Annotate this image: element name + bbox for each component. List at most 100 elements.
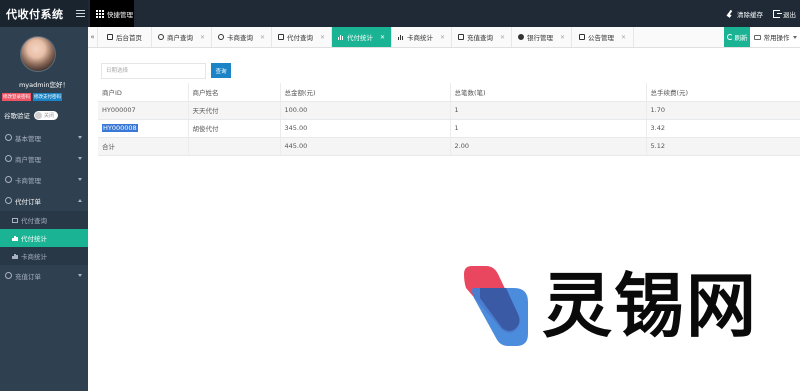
tab-label: 代付统计 [346,34,373,42]
clear-cache-button[interactable]: 清除缓存 [727,9,763,19]
close-icon[interactable]: ✕ [200,34,205,41]
quick-menu-label: 快捷管理 [107,10,133,19]
profile-panel: myadmin您好！ 修改登录密码 修改支付密码 谷歌验证 关闭 [0,27,88,122]
date-picker-input[interactable] [101,63,206,79]
logout-icon [773,9,782,18]
table-cell: 5.12 [645,137,800,156]
sidebar-item-card-merchants[interactable]: 卡商管理 [0,169,88,190]
tab-label: 公告管理 [587,34,614,42]
sidebar-item-label: 代付订单 [15,197,41,206]
table-cell: 1 [449,101,646,120]
user-icon [5,155,12,162]
watermark-text: 灵锡网 [542,265,758,347]
sidebar-subitem-card-stats[interactable]: 卡商统计 [0,247,88,265]
table-cell: 1.70 [645,101,800,120]
selected-text: HY000008 [102,124,138,132]
change-login-password-button[interactable]: 修改登录密码 [2,93,31,101]
sidebar-item-label: 基本管理 [15,134,41,143]
quick-menu-button[interactable]: 快捷管理 [90,0,134,27]
refresh-button[interactable]: 刷新 [724,27,750,47]
column-header: 总金额(元) [279,83,450,102]
users-icon [5,176,12,183]
sidebar-item-merchants[interactable]: 商户管理 [0,148,88,169]
sidebar-item-label: 商户管理 [15,155,41,164]
refresh-icon [726,34,733,40]
circle-icon [517,34,524,40]
table-cell: 100.00 [279,101,450,120]
tab-bar: « 后台首页 商户查询 ✕ 卡商查询 ✕ 代付查询 ✕ 代付统计 ✕ 卡商统计 … [88,27,800,48]
tab-payout-stats[interactable]: 代付统计 ✕ [332,27,392,47]
table-cell: 天天代付 [187,101,280,120]
sidebar-subitem-label: 代付查询 [21,217,47,225]
chevron-down-icon [78,274,82,277]
tab-label: 银行管理 [526,34,553,42]
table-cell: 3.42 [645,119,800,138]
column-header: 商户姓名 [187,83,280,102]
close-icon[interactable]: ✕ [380,34,385,41]
google-verify-toggle[interactable]: 关闭 [34,110,58,120]
avatar[interactable] [20,36,56,72]
sidebar-item-recharge-orders[interactable]: 充值订单 [0,265,88,286]
table-cell: 2.00 [449,137,646,156]
tab-label: 充值查询 [466,34,493,42]
chevron-down-icon [792,35,797,39]
logout-label: 退出 [783,10,796,19]
tab-label: 卡商查询 [226,34,253,42]
menu-toggle-icon[interactable] [75,9,85,18]
tab-recharge-query[interactable]: 充值查询 ✕ [452,27,512,47]
sidebar-subitem-payout-stats[interactable]: 代付统计 [0,229,88,247]
list-icon [12,217,18,223]
tab-home[interactable]: 后台首页 [98,27,152,47]
table-cell: 445.00 [279,137,450,156]
top-navbar: 代收付系统 快捷管理 清除缓存 退出 [0,0,800,27]
column-header: 商户ID [98,83,188,102]
close-icon[interactable]: ✕ [440,34,445,41]
tab-card-query[interactable]: 卡商查询 ✕ [212,27,272,47]
close-icon[interactable]: ✕ [320,34,325,41]
google-verify-label: 谷歌验证 [4,112,30,120]
settings-icon [753,34,761,40]
close-icon[interactable]: ✕ [500,34,505,41]
sidebar-item-payout-orders[interactable]: 代付订单 [0,190,88,211]
close-icon[interactable]: ✕ [560,34,565,41]
chevron-down-icon [78,178,82,181]
tab-bank-manage[interactable]: 银行管理 ✕ [512,27,572,47]
table-cell: 1 [449,119,646,138]
table-cell: HY000007 [98,101,188,120]
sidebar: myadmin您好！ 修改登录密码 修改支付密码 谷歌验证 关闭 基本管理 商户… [0,27,88,391]
logout-button[interactable]: 退出 [773,9,796,19]
file-icon [5,272,12,279]
query-button[interactable]: 查询 [211,63,231,78]
check-icon [457,34,464,40]
home-icon [107,34,113,40]
sidebar-item-basic[interactable]: 基本管理 [0,127,88,148]
tab-payout-query[interactable]: 代付查询 ✕ [272,27,332,47]
chevron-down-icon [78,136,82,139]
tab-scroll-left[interactable]: « [88,27,98,47]
refresh-label: 刷新 [734,34,748,42]
close-icon[interactable]: ✕ [260,34,265,41]
grid-icon [96,9,104,18]
list-icon [277,34,284,40]
sidebar-subitem-label: 代付统计 [21,235,47,243]
sidebar-subitem-payout-query[interactable]: 代付查询 [0,211,88,229]
sidebar-subitem-label: 卡商统计 [21,253,47,261]
bar-chart-icon [12,253,18,259]
toggle-knob [35,111,42,119]
tab-card-stats[interactable]: 卡商统计 ✕ [392,27,452,47]
tab-label: 卡商统计 [406,34,433,42]
table-total-row: 合计 445.00 2.00 5.12 [98,137,800,156]
close-icon[interactable]: ✕ [621,34,626,41]
brand: 代收付系统 [0,0,88,27]
common-ops-dropdown[interactable]: 常用操作 [750,27,800,47]
tab-notice-manage[interactable]: 公告管理 ✕ [572,27,634,47]
sidebar-item-label: 卡商管理 [15,176,41,185]
change-pay-password-button[interactable]: 修改支付密码 [33,93,62,101]
tab-merchant-query[interactable]: 商户查询 ✕ [152,27,212,47]
app-title: 代收付系统 [6,7,64,21]
watermark-logo: 灵锡网 [450,262,760,358]
toggle-text: 关闭 [44,112,55,119]
table-row: HY000008 胡俊代付 345.00 1 3.42 [98,119,800,138]
submenu-payout: 代付查询 代付统计 卡商统计 [0,211,88,265]
common-ops-label: 常用操作 [763,34,790,42]
